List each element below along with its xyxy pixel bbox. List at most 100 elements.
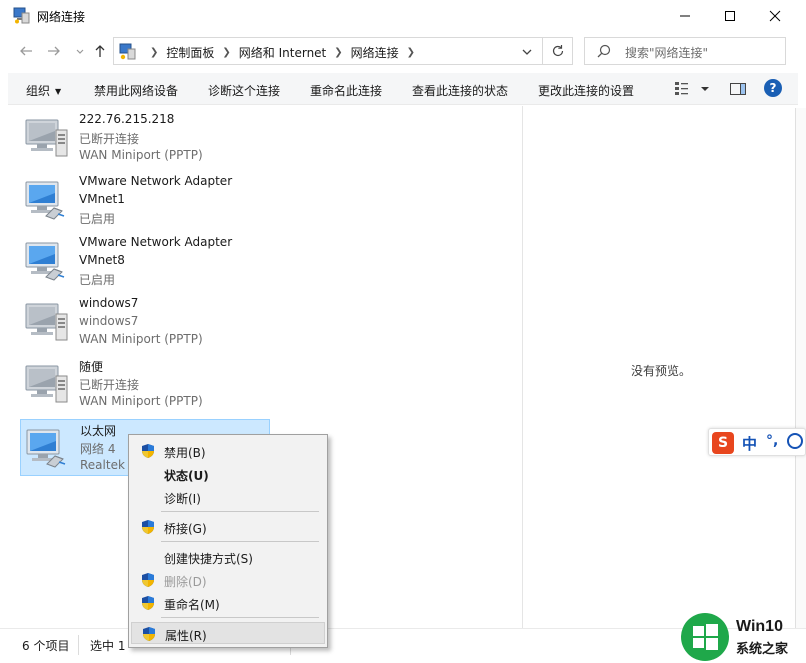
chevron-right-icon[interactable]: ❯ xyxy=(407,47,415,58)
ethernet-adapter-icon xyxy=(26,429,66,468)
search-box[interactable]: 搜索"网络连接" xyxy=(584,37,786,65)
refresh-button[interactable] xyxy=(542,38,573,64)
connection-name: 随便 xyxy=(79,360,104,374)
connection-item[interactable]: 随便已断开连接 WAN Miniport (PPTP) xyxy=(20,356,270,413)
ime-punctuation-toggle[interactable]: °, xyxy=(766,433,778,449)
menu-separator xyxy=(161,511,319,512)
connection-item[interactable]: 222.76.215.218 已断开连接 WAN Miniport (PPTP) xyxy=(20,110,270,167)
watermark-title: Win10 xyxy=(736,618,783,635)
context-menu-item[interactable]: 禁用(B) xyxy=(131,440,325,462)
breadcrumb: ❯ 控制面板 ❯ 网络和 Internet ❯ 网络连接 ❯ xyxy=(142,44,423,61)
forward-button[interactable] xyxy=(44,41,64,61)
preview-pane-icon[interactable] xyxy=(729,81,747,97)
up-button[interactable] xyxy=(90,41,110,61)
change-settings-button[interactable]: 更改此连接的设置 xyxy=(538,82,634,99)
context-menu: 禁用(B) 状态(U) 诊断(I) 桥接(G) 创建快捷方式(S) 删除(D) 重命名(M)… xyxy=(128,434,328,648)
watermark-subtitle: 系统之家 xyxy=(736,642,789,657)
maximize-button[interactable] xyxy=(707,0,753,32)
search-placeholder: 搜索"网络连接" xyxy=(625,46,709,60)
title-bar: 网络连接 xyxy=(0,0,806,32)
organize-label: 组织 xyxy=(26,84,51,98)
context-menu-label: 创建快捷方式(S) xyxy=(164,552,253,566)
connection-device: WAN Miniport (PPTP) xyxy=(79,332,203,346)
arrow-up-icon xyxy=(95,45,105,57)
window-title: 网络连接 xyxy=(37,10,86,24)
context-menu-label: 重命名(M) xyxy=(164,598,220,612)
refresh-icon xyxy=(552,45,564,57)
organize-menu[interactable]: 组织 ▼ xyxy=(26,82,61,99)
background-window-edge xyxy=(795,108,806,628)
chevron-right-icon[interactable]: ❯ xyxy=(334,47,342,58)
uac-shield-icon xyxy=(143,627,155,641)
connection-network: 已断开连接 xyxy=(79,132,140,146)
watermark: Win10 系统之家 xyxy=(650,598,806,663)
context-menu-label: 禁用(B) xyxy=(164,446,206,460)
minimize-button[interactable] xyxy=(662,0,708,32)
view-status-button[interactable]: 查看此连接的状态 xyxy=(412,82,508,99)
recent-locations-button[interactable] xyxy=(70,41,90,61)
uac-shield-icon xyxy=(142,596,154,610)
back-button[interactable] xyxy=(16,41,36,61)
network-connections-window: 网络连接 ❯ 控制面板 ❯ 网络和 Internet ❯ 网络连接 ❯ 搜索"网… xyxy=(0,0,806,663)
help-icon[interactable]: ? xyxy=(764,79,782,97)
item-count: 6 个项目 xyxy=(22,639,70,653)
connection-network: windows7 xyxy=(79,314,139,328)
status-separator xyxy=(78,635,79,655)
ethernet-adapter-icon xyxy=(25,242,65,281)
close-button[interactable] xyxy=(752,0,798,32)
address-history-chevron-icon[interactable] xyxy=(518,44,536,60)
context-menu-item[interactable]: 属性(R) xyxy=(131,622,325,644)
context-menu-item[interactable]: 桥接(G) xyxy=(131,516,325,538)
context-menu-item[interactable]: 创建快捷方式(S) xyxy=(131,546,325,568)
close-icon xyxy=(769,10,781,22)
command-bar: 组织 ▼ 禁用此网络设备 诊断这个连接 重命名此连接 查看此连接的状态 更改此连接… xyxy=(8,73,798,105)
connection-name: windows7 xyxy=(79,296,139,310)
rename-button[interactable]: 重命名此连接 xyxy=(310,82,382,99)
context-menu-item[interactable]: 重命名(M) xyxy=(131,592,325,614)
chevron-right-icon: ❯ xyxy=(150,47,159,58)
chevron-down-icon xyxy=(76,49,84,54)
context-menu-label: 诊断(I) xyxy=(164,492,201,506)
connection-item[interactable]: VMware Network Adapter VMnet1 已启用 xyxy=(20,172,270,229)
context-menu-item[interactable]: 状态(U) xyxy=(131,463,325,485)
connection-network: 网络 4 xyxy=(80,442,116,456)
connection-name: 以太网 xyxy=(80,424,117,438)
connection-name: VMware Network Adapter xyxy=(79,174,233,188)
connection-name: 222.76.215.218 xyxy=(79,112,175,126)
connection-item[interactable]: VMware Network Adapter VMnet8 已启用 xyxy=(20,233,270,290)
arrow-left-icon xyxy=(20,46,32,56)
menu-separator xyxy=(161,541,319,542)
preview-divider[interactable] xyxy=(522,106,523,628)
uac-shield-icon xyxy=(142,444,154,458)
connection-device: WAN Miniport (PPTP) xyxy=(79,148,203,162)
context-menu-label: 删除(D) xyxy=(164,575,207,589)
connection-item[interactable]: windows7 windows7 WAN Miniport (PPTP) xyxy=(20,294,270,351)
connection-network: VMnet1 xyxy=(79,192,125,206)
view-options-icon[interactable] xyxy=(673,80,713,98)
windows-logo-icon xyxy=(681,613,729,661)
wan-disconnected-icon xyxy=(25,303,68,341)
disable-device-button[interactable]: 禁用此网络设备 xyxy=(94,82,178,99)
chevron-right-icon[interactable]: ❯ xyxy=(222,47,230,58)
connection-device: WAN Miniport (PPTP) xyxy=(79,394,203,408)
ime-logo[interactable]: S xyxy=(712,432,734,454)
connection-network: 已断开连接 xyxy=(79,378,140,392)
preview-empty-text: 没有预览。 xyxy=(631,364,692,378)
connection-device: 已启用 xyxy=(79,212,116,226)
breadcrumb-network-internet[interactable]: 网络和 Internet xyxy=(239,44,326,61)
breadcrumb-network-connections[interactable]: 网络连接 xyxy=(351,44,399,61)
context-menu-label: 属性(R) xyxy=(165,629,207,643)
connection-name: VMware Network Adapter xyxy=(79,235,233,249)
caret-down-icon: ▼ xyxy=(55,87,62,96)
smiley-icon[interactable] xyxy=(787,433,803,449)
ethernet-adapter-icon xyxy=(25,181,65,220)
diagnose-button[interactable]: 诊断这个连接 xyxy=(208,82,280,99)
breadcrumb-control-panel[interactable]: 控制面板 xyxy=(166,44,214,61)
ime-mode-toggle[interactable]: 中 xyxy=(742,433,757,454)
search-icon xyxy=(597,44,611,58)
context-menu-item[interactable]: 诊断(I) xyxy=(131,486,325,508)
maximize-icon xyxy=(725,11,735,21)
address-bar[interactable]: ❯ 控制面板 ❯ 网络和 Internet ❯ 网络连接 ❯ xyxy=(113,37,573,65)
context-menu-item: 删除(D) xyxy=(131,569,325,591)
menu-separator xyxy=(161,617,319,618)
